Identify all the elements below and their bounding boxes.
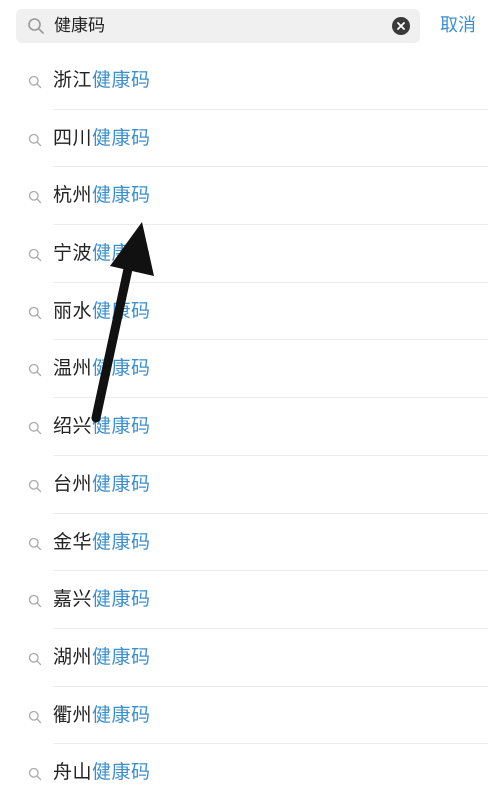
cancel-button[interactable]: 取消 xyxy=(440,9,476,43)
suggestion-prefix: 嘉兴 xyxy=(53,588,93,611)
suggestion-label: 宁波健康码 xyxy=(53,225,151,283)
suggestion-label: 金华健康码 xyxy=(53,514,151,572)
search-icon xyxy=(28,362,42,381)
suggestion-prefix: 温州 xyxy=(53,357,93,380)
search-bar: 健康码 取消 xyxy=(0,0,488,52)
suggestion-label: 温州健康码 xyxy=(53,340,151,398)
search-icon xyxy=(28,420,42,439)
suggestion-keyword: 健康码 xyxy=(92,645,151,668)
search-icon xyxy=(28,189,42,208)
list-item[interactable]: 台州健康码 xyxy=(0,456,488,514)
suggestion-label: 湖州健康码 xyxy=(53,629,151,687)
list-item[interactable]: 金华健康码 xyxy=(0,514,488,572)
list-item[interactable]: 嘉兴健康码 xyxy=(0,571,488,629)
list-item[interactable]: 四川健康码 xyxy=(0,110,488,168)
suggestion-prefix: 湖州 xyxy=(53,645,93,668)
suggestion-label: 嘉兴健康码 xyxy=(53,571,151,629)
suggestion-prefix: 丽水 xyxy=(53,299,93,322)
search-icon xyxy=(27,17,45,39)
search-icon xyxy=(28,709,42,728)
suggestion-prefix: 金华 xyxy=(53,530,93,553)
search-input[interactable]: 健康码 xyxy=(54,9,105,43)
suggestion-keyword: 健康码 xyxy=(92,761,151,784)
suggestion-label: 绍兴健康码 xyxy=(53,398,151,456)
search-icon xyxy=(28,766,42,785)
suggestion-keyword: 健康码 xyxy=(92,242,151,265)
suggestion-keyword: 健康码 xyxy=(92,126,151,149)
search-icon xyxy=(28,74,42,93)
list-item[interactable]: 温州健康码 xyxy=(0,340,488,399)
search-icon xyxy=(28,536,42,555)
search-box[interactable]: 健康码 xyxy=(16,9,420,43)
suggestion-prefix: 衢州 xyxy=(53,703,93,726)
suggestion-prefix: 四川 xyxy=(53,126,93,149)
suggestion-keyword: 健康码 xyxy=(92,299,151,322)
suggestion-keyword: 健康码 xyxy=(92,357,151,380)
list-item[interactable]: 杭州健康码 xyxy=(0,167,488,226)
suggestion-label: 四川健康码 xyxy=(53,110,151,168)
list-item[interactable]: 湖州健康码 xyxy=(0,629,488,687)
list-item[interactable]: 绍兴健康码 xyxy=(0,398,488,456)
suggestion-keyword: 健康码 xyxy=(92,415,151,438)
suggestion-list: 浙江健康码 四川健康码 杭州健康码 宁波健康码 丽水健康码 温州健康码 绍兴健康… xyxy=(0,52,488,802)
suggestion-prefix: 浙江 xyxy=(53,69,93,91)
suggestion-label: 舟山健康码 xyxy=(53,744,151,802)
search-icon xyxy=(28,305,42,324)
list-item[interactable]: 浙江健康码 xyxy=(0,52,488,110)
list-item[interactable]: 舟山健康码 xyxy=(0,744,488,802)
suggestion-keyword: 健康码 xyxy=(92,69,151,91)
search-icon xyxy=(28,651,42,670)
search-icon xyxy=(28,132,42,151)
suggestion-keyword: 健康码 xyxy=(92,530,151,553)
suggestion-prefix: 台州 xyxy=(53,472,93,495)
suggestion-label: 衢州健康码 xyxy=(53,687,151,745)
suggestion-label: 杭州健康码 xyxy=(53,167,151,225)
suggestion-label: 丽水健康码 xyxy=(53,283,151,341)
suggestion-prefix: 绍兴 xyxy=(53,415,93,438)
search-icon xyxy=(28,247,42,266)
suggestion-keyword: 健康码 xyxy=(92,472,151,495)
list-item[interactable]: 宁波健康码 xyxy=(0,225,488,283)
suggestion-prefix: 舟山 xyxy=(53,761,93,784)
suggestion-keyword: 健康码 xyxy=(92,588,151,611)
suggestion-keyword: 健康码 xyxy=(92,184,151,207)
suggestion-label: 台州健康码 xyxy=(53,456,151,514)
search-icon xyxy=(28,593,42,612)
search-icon xyxy=(28,478,42,497)
suggestion-prefix: 宁波 xyxy=(53,242,93,265)
list-item[interactable]: 丽水健康码 xyxy=(0,283,488,341)
clear-icon[interactable] xyxy=(392,17,410,35)
suggestion-prefix: 杭州 xyxy=(53,184,93,207)
suggestion-label: 浙江健康码 xyxy=(53,52,151,110)
list-item[interactable]: 衢州健康码 xyxy=(0,687,488,745)
suggestion-keyword: 健康码 xyxy=(92,703,151,726)
